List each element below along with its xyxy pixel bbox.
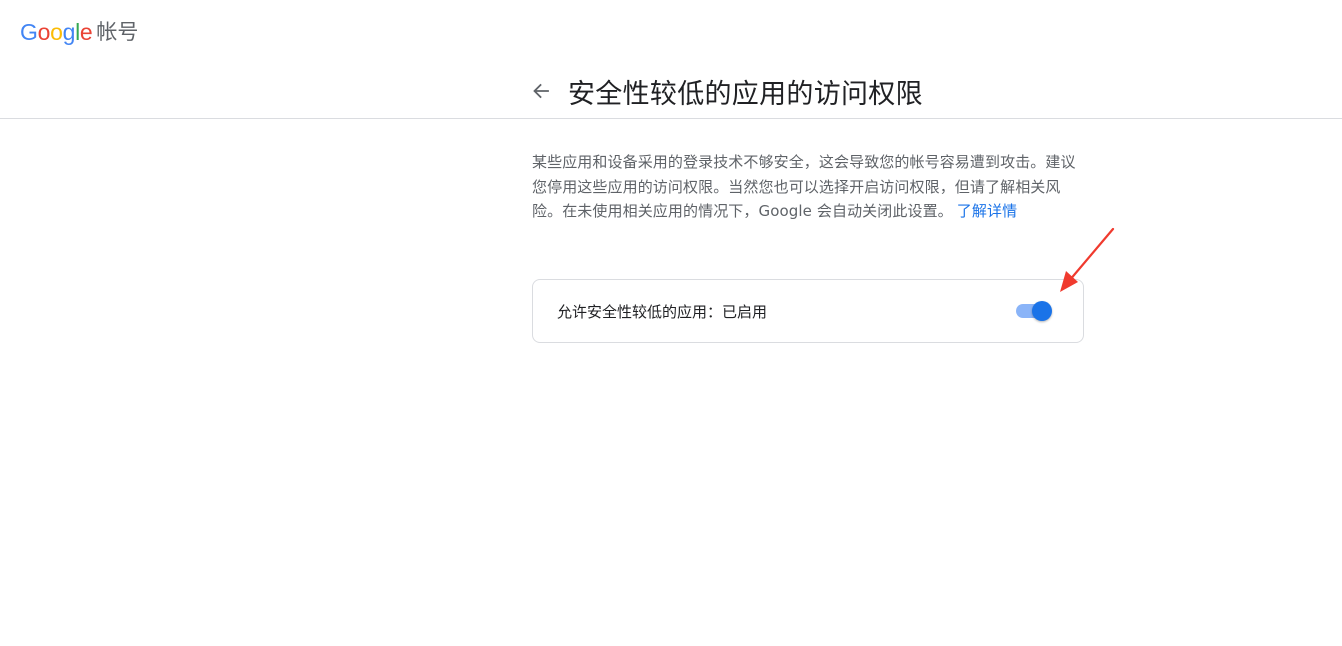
red-arrow-icon [1060, 227, 1115, 292]
arrow-left-icon [533, 83, 549, 99]
logo-letter: o [37, 19, 51, 45]
back-button[interactable] [527, 77, 555, 105]
page-title: 安全性较低的应用的访问权限 [568, 78, 923, 110]
google-account-logo[interactable]: Google 帐号 [20, 18, 138, 46]
less-secure-apps-setting-card[interactable]: 允许安全性较低的应用：已启用 [532, 279, 1084, 343]
learn-more-link[interactable]: 了解详情 [957, 202, 1017, 220]
title-row: 安全性较低的应用的访问权限 [527, 68, 923, 114]
less-secure-apps-toggle[interactable] [1016, 301, 1052, 321]
setting-label: 允许安全性较低的应用：已启用 [557, 302, 768, 321]
toggle-thumb [1032, 301, 1052, 321]
logo-letter: o [50, 19, 63, 45]
description-text: 某些应用和设备采用的登录技术不够安全，这会导致您的帐号容易遭到攻击。建议您停用这… [532, 150, 1084, 224]
logo-letter: G [20, 19, 38, 45]
logo-letter: g [62, 19, 76, 45]
logo-letter: e [79, 19, 93, 45]
product-name: 帐号 [96, 20, 139, 44]
header-divider [0, 118, 1342, 119]
page: Google 帐号 安全性较低的应用的访问权限 某些应用和设备采用的登录技术不够… [0, 0, 1342, 646]
